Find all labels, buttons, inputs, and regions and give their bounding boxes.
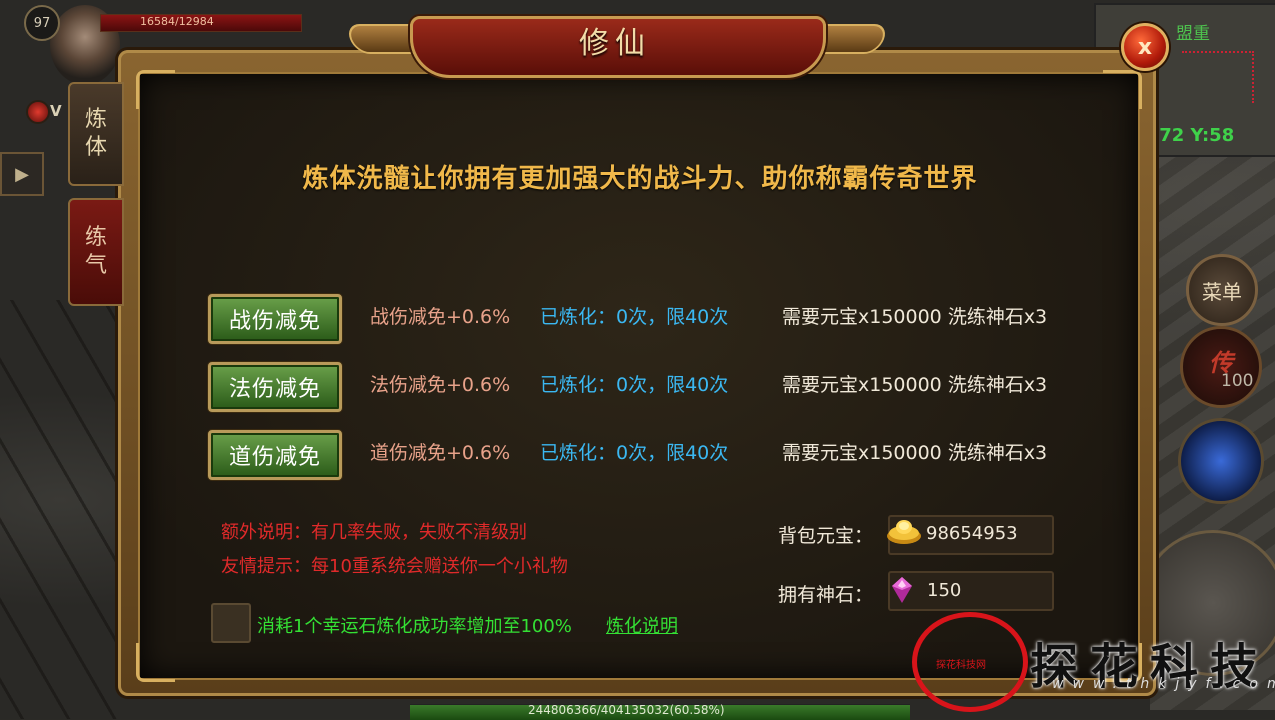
fashang-reduce-button[interactable]: 法伤减免 (208, 362, 342, 412)
row-refined-count: 已炼化：0次，限40次 (540, 374, 729, 396)
teleport-count: 100 (1221, 371, 1254, 391)
divine-stone-icon (892, 577, 912, 603)
friendly-tip: 友情提示：每10重系统会赠送你一个小礼物 (221, 556, 568, 577)
dialog-title: 修仙 (579, 26, 651, 61)
stone-value: 150 (927, 580, 962, 601)
close-button[interactable]: x (1121, 23, 1169, 71)
menu-button[interactable]: 菜单 (1186, 254, 1258, 326)
stone-label: 拥有神石： (778, 584, 874, 606)
exp-text: 244806366/404135032(60.58%) (528, 703, 725, 717)
row-refined-count: 已炼化：0次，限40次 (540, 306, 729, 328)
row-cost: 需要元宝x150000 洗练神石x3 (782, 442, 1048, 464)
gold-label: 背包元宝： (778, 525, 874, 547)
dialog-headline: 炼体洗髓让你拥有更加强大的战斗力、助你称霸传奇世界 (302, 164, 978, 194)
map-coordinates: :72 Y:58 (1152, 125, 1235, 146)
option-row: 战伤减免 战伤减免+0.6% 已炼化：0次，限40次 需要元宝x150000 洗… (208, 294, 1108, 344)
refine-help-link[interactable]: 炼化说明 (606, 612, 678, 638)
tab-lianqi[interactable]: 练 气 (68, 198, 124, 306)
lucky-stone-text: 消耗1个幸运石炼化成功率增加至100% (257, 616, 572, 637)
vip-tag: V (50, 102, 62, 120)
row-cost: 需要元宝x150000 洗练神石x3 (782, 374, 1048, 396)
row-refined-count: 已炼化：0次，限40次 (540, 442, 729, 464)
tab-lianti-label-2: 体 (84, 135, 107, 160)
dead-tree-decoration (0, 300, 120, 719)
lucky-stone-checkbox[interactable] (211, 603, 251, 643)
expand-arrow-button[interactable]: ▶ (0, 152, 44, 196)
row-effect: 法伤减免+0.6% (370, 374, 511, 396)
teleport-scroll-button[interactable]: 传 100 (1180, 326, 1262, 408)
extra-note: 额外说明：有几率失败，失败不清级别 (221, 522, 527, 543)
tab-lianti-label-1: 炼 (84, 107, 107, 132)
row-effect: 战伤减免+0.6% (370, 306, 511, 328)
tab-lianti[interactable]: 炼 体 (68, 82, 124, 186)
daoshang-reduce-button[interactable]: 道伤减免 (208, 430, 342, 480)
zhanshang-reduce-button[interactable]: 战伤减免 (208, 294, 342, 344)
tab-lianqi-label-1: 练 (84, 225, 107, 250)
map-name: 盟重 (1176, 24, 1210, 44)
option-row: 法伤减免 法伤减免+0.6% 已炼化：0次，限40次 需要元宝x150000 洗… (208, 362, 1108, 412)
row-effect: 道伤减免+0.6% (370, 442, 511, 464)
watermark-url: www.thkjyf.com (1052, 676, 1275, 692)
tab-lianqi-label-2: 气 (84, 253, 107, 278)
lightning-skill-icon[interactable] (1178, 418, 1264, 504)
gold-ingot-icon (887, 520, 921, 544)
gold-value: 98654953 (926, 523, 1018, 544)
status-red-orb-icon[interactable] (26, 100, 50, 124)
hp-text: 16584/12984 (140, 15, 214, 28)
player-level-badge: 97 (24, 5, 60, 41)
row-cost: 需要元宝x150000 洗练神石x3 (782, 306, 1048, 328)
watermark-small-text: 探花科技网 (936, 660, 986, 671)
option-row: 道伤减免 道伤减免+0.6% 已炼化：0次，限40次 需要元宝x150000 洗… (208, 430, 1108, 480)
route-dots (1182, 51, 1254, 103)
